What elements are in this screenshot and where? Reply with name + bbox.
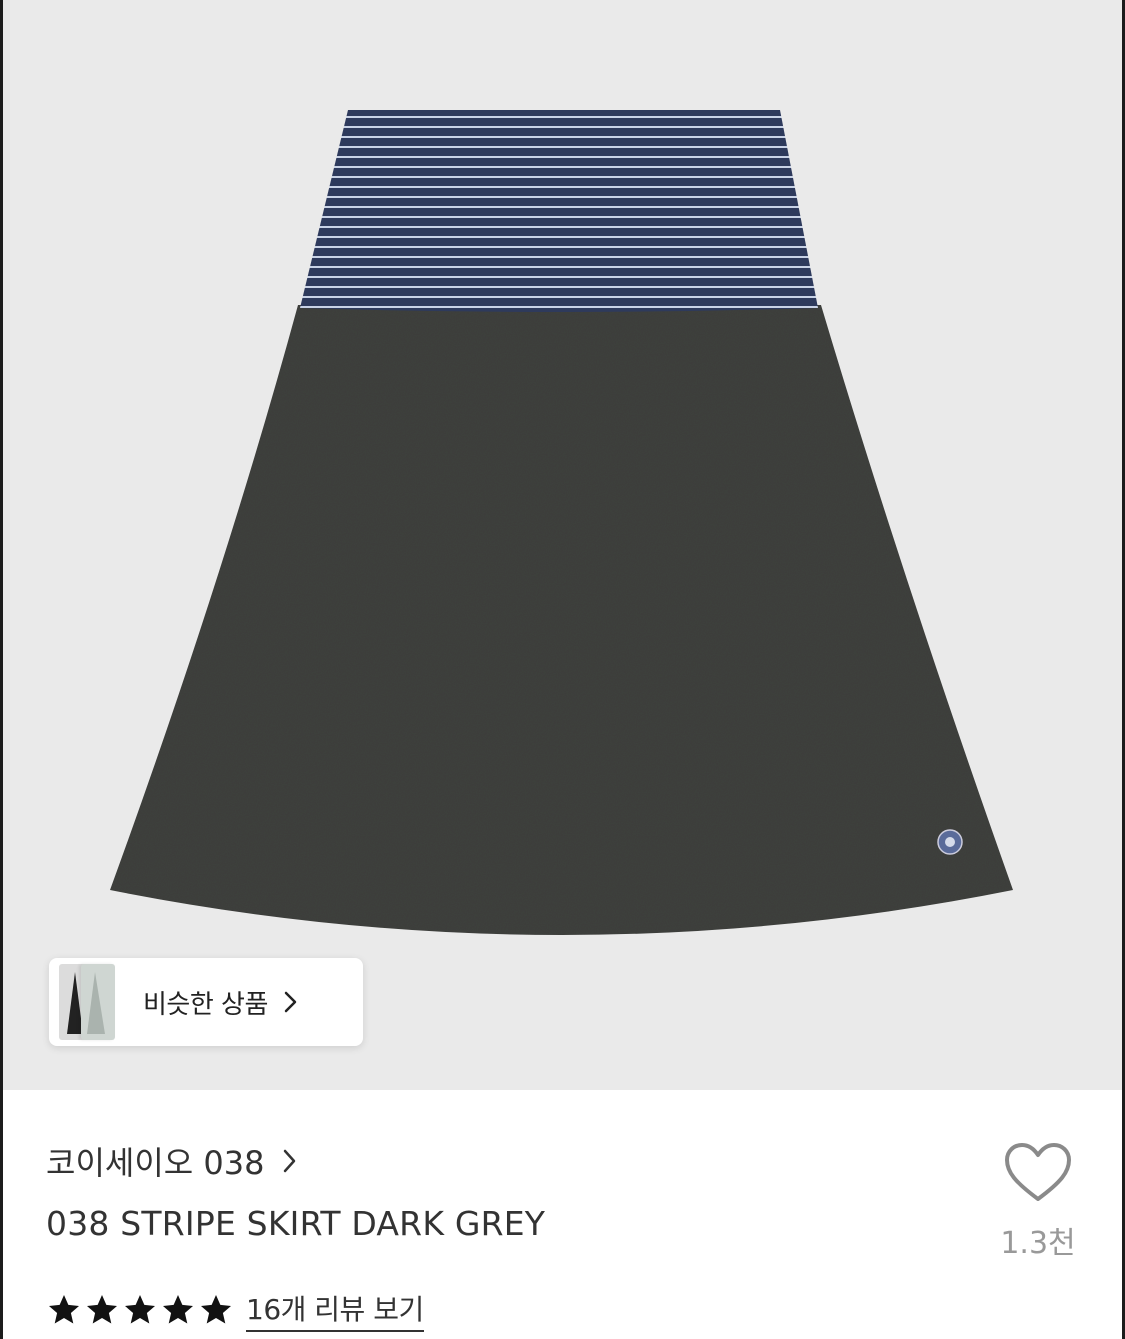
star-icon bbox=[163, 1295, 193, 1324]
skirt-photo bbox=[110, 110, 1013, 935]
similar-thumbnails bbox=[53, 958, 115, 1046]
like-button[interactable]: 1.3천 bbox=[996, 1142, 1080, 1262]
review-link[interactable]: 16개 리뷰 보기 bbox=[246, 1288, 424, 1332]
rating-row: 16개 리뷰 보기 bbox=[46, 1288, 424, 1332]
star-icon bbox=[49, 1295, 79, 1324]
skirt-waistband bbox=[300, 110, 818, 312]
similar-products-button[interactable]: 비슷한 상품 bbox=[49, 958, 363, 1046]
star-rating bbox=[46, 1292, 234, 1328]
skirt-body bbox=[110, 305, 1013, 935]
brand-name: 코이세이오 038 bbox=[46, 1144, 265, 1182]
star-icon bbox=[125, 1295, 155, 1324]
similar-thumbnail bbox=[81, 964, 115, 1040]
star-icon bbox=[87, 1295, 117, 1324]
like-count: 1.3천 bbox=[1000, 1226, 1076, 1261]
brand-link[interactable]: 코이세이오 038 bbox=[46, 1138, 298, 1184]
star-icon bbox=[201, 1295, 231, 1324]
heart-icon bbox=[1005, 1143, 1071, 1201]
product-title: 038 STRIPE SKIRT DARK GREY bbox=[46, 1204, 546, 1243]
similar-products-label: 비슷한 상품 bbox=[143, 989, 268, 1020]
product-image[interactable]: 비슷한 상품 bbox=[3, 0, 1122, 1090]
chevron-right-icon bbox=[284, 1149, 296, 1173]
chevron-right-icon bbox=[284, 991, 297, 1013]
